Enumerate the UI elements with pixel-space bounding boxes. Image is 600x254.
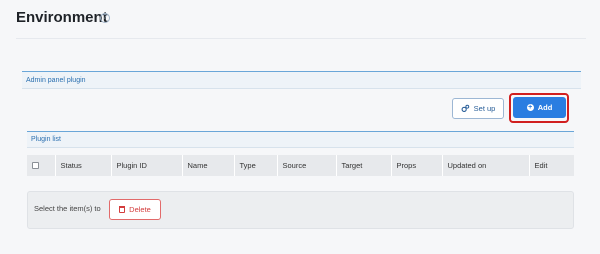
table-header-row: Status Plugin ID Name Type Source Target… xyxy=(27,155,574,176)
column-header[interactable]: Target xyxy=(336,155,392,176)
column-header[interactable]: Updated on xyxy=(442,155,530,176)
column-header[interactable]: Name xyxy=(182,155,235,176)
column-header[interactable]: Type xyxy=(234,155,278,176)
plugin-table: Status Plugin ID Name Type Source Target… xyxy=(27,155,574,176)
bulk-action-label: Select the item(s) to xyxy=(34,204,101,213)
delete-button[interactable]: Delete xyxy=(109,199,161,220)
add-button[interactable]: + Add xyxy=(513,97,566,118)
select-all-cell xyxy=(27,155,56,176)
column-header[interactable]: Source xyxy=(277,155,337,176)
question-circle-icon[interactable]: ? xyxy=(100,13,110,23)
column-header[interactable]: Status xyxy=(55,155,112,176)
gears-icon xyxy=(461,104,469,113)
delete-button-label: Delete xyxy=(129,205,151,214)
add-button-label: Add xyxy=(537,103,553,112)
column-header[interactable]: Edit xyxy=(529,155,574,176)
section-header: Admin panel plugin xyxy=(22,71,581,89)
column-header[interactable]: Props xyxy=(391,155,443,176)
column-header[interactable]: Plugin ID xyxy=(111,155,183,176)
setup-button[interactable]: Set up xyxy=(452,98,504,119)
plugin-list-header: Plugin list xyxy=(27,131,574,148)
page-title: Environment xyxy=(16,9,108,26)
setup-button-label: Set up xyxy=(473,104,496,113)
plus-circle-icon: + xyxy=(526,104,534,111)
select-all-checkbox[interactable] xyxy=(32,162,39,169)
trash-icon xyxy=(119,206,126,213)
title-divider xyxy=(16,38,586,39)
